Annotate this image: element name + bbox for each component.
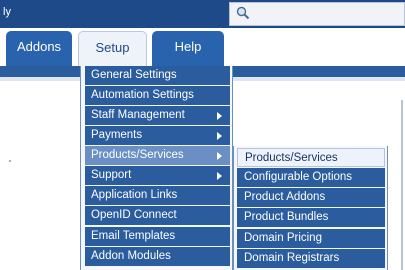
submenu-item-product-bundles[interactable]: Product Bundles (237, 208, 385, 227)
products-services-submenu: Products/Services Configurable Options P… (233, 146, 388, 270)
menu-item-label: Support (91, 169, 132, 181)
menu-item-label: Email Templates (91, 230, 176, 242)
menu-item-label: Application Links (91, 189, 178, 201)
menu-item-application-links[interactable]: Application Links (85, 186, 230, 205)
menu-item-automation-settings[interactable]: Automation Settings (85, 86, 230, 105)
submenu-arrow-icon (217, 152, 222, 160)
menu-item-addon-modules[interactable]: Addon Modules (85, 247, 230, 266)
menu-item-label: Payments (91, 129, 143, 141)
menu-item-general-settings[interactable]: General Settings (85, 66, 230, 85)
menu-item-openid-connect[interactable]: OpenID Connect (85, 206, 230, 225)
page-right-border (401, 100, 403, 270)
tab-addons[interactable]: Addons (6, 31, 72, 66)
tab-setup[interactable]: Setup (78, 31, 147, 67)
submenu-item-configurable-options[interactable]: Configurable Options (237, 168, 385, 187)
tab-help[interactable]: Help (152, 31, 224, 66)
menu-item-label: General Settings (91, 69, 177, 81)
submenu-item-product-addons[interactable]: Product Addons (237, 188, 385, 207)
menu-item-label: Addon Modules (91, 250, 171, 262)
submenu-item-domain-registrars[interactable]: Domain Registrars (237, 249, 385, 268)
header-title-fragment: ly (3, 6, 11, 18)
search-input[interactable] (229, 2, 405, 26)
menu-item-support[interactable]: Support (85, 166, 230, 185)
submenu-arrow-icon (217, 112, 222, 120)
submenu-arrow-icon (217, 172, 222, 180)
menu-item-label: OpenID Connect (91, 209, 177, 221)
setup-dropdown-menu: General Settings Automation Settings Sta… (80, 66, 233, 270)
menu-item-label: Staff Management (91, 109, 185, 121)
submenu-item-domain-pricing[interactable]: Domain Pricing (237, 229, 385, 248)
page-dot (9, 160, 11, 162)
menu-item-label: Automation Settings (91, 89, 194, 101)
submenu-item-products-services[interactable]: Products/Services (237, 148, 385, 167)
submenu-arrow-icon (217, 132, 222, 140)
menu-item-email-templates[interactable]: Email Templates (85, 227, 230, 246)
menu-item-products-services[interactable]: Products/Services (85, 146, 230, 165)
main-navbar: Addons Setup Help (0, 28, 405, 67)
menu-item-payments[interactable]: Payments (85, 126, 230, 145)
menu-item-label: Products/Services (91, 149, 184, 161)
search-icon (236, 6, 250, 20)
menu-item-staff-management[interactable]: Staff Management (85, 106, 230, 125)
